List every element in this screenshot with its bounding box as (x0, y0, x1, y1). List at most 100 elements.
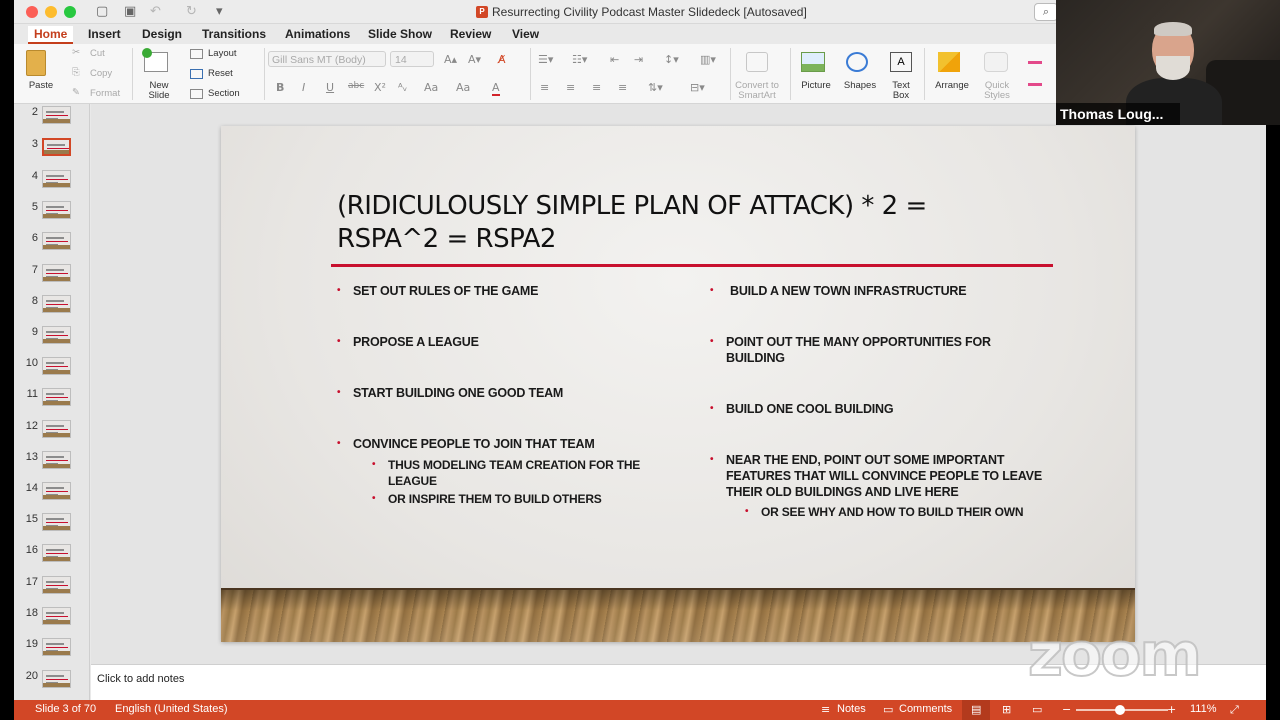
undo-icon[interactable]: ↶ (150, 4, 161, 19)
cut-button[interactable]: Cut (90, 49, 105, 59)
layout-button[interactable]: Layout (208, 49, 237, 59)
textbox-label-2[interactable]: Box (886, 91, 916, 101)
slide-thumbnail[interactable]: 10 (14, 357, 90, 388)
bullets-icon[interactable]: ☰▾ (538, 53, 553, 66)
left-bullet-2[interactable]: • PROPOSE A LEAGUE (337, 334, 673, 350)
bold-icon[interactable]: B (276, 81, 284, 94)
right-bullet-4[interactable]: • NEAR THE END, POINT OUT SOME IMPORTANT … (710, 452, 1046, 500)
slide-thumbnail[interactable]: 12 (14, 420, 90, 451)
align-right-icon[interactable]: ≡ (592, 81, 601, 94)
tab-insert[interactable]: Insert (82, 26, 127, 44)
tab-transitions[interactable]: Transitions (196, 26, 272, 44)
tab-slide-show[interactable]: Slide Show (362, 26, 438, 44)
new-slide-label-2[interactable]: Slide (142, 91, 176, 101)
character-spacing-icon[interactable]: ᴬᵥ (398, 81, 407, 94)
zoom-in-icon[interactable]: + (1167, 703, 1176, 716)
tab-review[interactable]: Review (444, 26, 497, 44)
shapes-button[interactable]: Shapes (840, 81, 880, 91)
fit-to-window-icon[interactable]: ⤢ (1230, 703, 1239, 717)
zoom-window-button[interactable] (64, 6, 76, 18)
shapes-icon[interactable] (846, 52, 868, 72)
change-case-icon[interactable]: Aa (424, 81, 438, 94)
left-bullet-3[interactable]: • START BUILDING ONE GOOD TEAM (337, 385, 673, 401)
right-sub-bullet-1[interactable]: • OR SEE WHY AND HOW TO BUILD THEIR OWN (745, 504, 1061, 520)
left-sub-bullet-1[interactable]: • THUS MODELING TEAM CREATION FOR THE LEA… (372, 457, 658, 489)
textbox-icon[interactable]: A (890, 52, 912, 72)
font-color-icon[interactable]: A (492, 81, 500, 96)
section-button[interactable]: Section (208, 89, 240, 99)
paste-icon[interactable] (26, 50, 46, 76)
tab-view[interactable]: View (506, 26, 545, 44)
tab-design[interactable]: Design (136, 26, 188, 44)
arrange-icon[interactable] (938, 52, 960, 72)
picture-button[interactable]: Picture (796, 81, 836, 91)
decrease-indent-icon[interactable]: ⇤ (610, 53, 619, 66)
slide-sorter-icon[interactable]: ⊞ (1002, 703, 1011, 716)
notes-icon[interactable]: ≡ (821, 703, 830, 716)
slide-thumbnail[interactable]: 6 (14, 232, 90, 263)
shape-outline-icon[interactable] (1028, 76, 1042, 86)
slide-thumbnail[interactable]: 2 (14, 106, 90, 137)
superscript-icon[interactable]: X² (374, 81, 386, 94)
reading-view-icon[interactable]: ▭ (1032, 703, 1042, 716)
left-bullet-1[interactable]: • SET OUT RULES OF THE GAME (337, 283, 673, 299)
slide-thumbnail[interactable]: 9 (14, 326, 90, 357)
quick-styles-icon[interactable] (984, 52, 1008, 72)
slide-thumbnail[interactable]: 18 (14, 607, 90, 638)
customize-toolbar-icon[interactable]: ▾ (216, 4, 223, 19)
slide-thumbnail[interactable]: 16 (14, 544, 90, 575)
right-bullet-2[interactable]: • POINT OUT THE MANY OPPORTUNITIES FOR BU… (710, 334, 1026, 366)
shrink-font-icon[interactable]: A▾ (468, 53, 481, 66)
picture-icon[interactable] (801, 52, 825, 72)
clear-format-icon[interactable]: A̸ (498, 53, 506, 66)
copy-button[interactable]: Copy (90, 69, 112, 79)
slide-thumbnail[interactable]: 17 (14, 576, 90, 607)
notes-button[interactable]: Notes (837, 703, 866, 715)
slide-thumbnail[interactable]: 3 (14, 138, 90, 169)
numbering-icon[interactable]: ☷▾ (572, 53, 587, 66)
slide-thumbnail[interactable]: 13 (14, 451, 90, 482)
strikethrough-icon[interactable]: abc (348, 81, 364, 91)
quick-styles-label-2[interactable]: Styles (980, 91, 1014, 101)
comments-button[interactable]: Comments (899, 703, 952, 715)
shape-fill-icon[interactable] (1028, 54, 1042, 64)
slide-thumbnail[interactable]: 8 (14, 295, 90, 326)
justify-icon[interactable]: ≡ (618, 81, 627, 94)
align-text-icon[interactable]: ⊟▾ (690, 81, 705, 94)
slide-thumbnail[interactable]: 7 (14, 264, 90, 295)
zoom-out-icon[interactable]: − (1062, 703, 1071, 716)
slide-thumbnail[interactable]: 11 (14, 388, 90, 419)
slide-thumbnail[interactable]: 4 (14, 170, 90, 201)
convert-smartart-label-2[interactable]: SmartArt (730, 91, 784, 101)
paste-button[interactable]: Paste (24, 81, 58, 91)
align-left-icon[interactable]: ≡ (540, 81, 549, 94)
right-bullet-3[interactable]: • BUILD ONE COOL BUILDING (710, 401, 1046, 417)
increase-indent-icon[interactable]: ⇥ (634, 53, 643, 66)
format-painter-button[interactable]: Format (90, 89, 120, 99)
participant-video[interactable]: Thomas Loug... (1056, 0, 1280, 125)
slide-thumbnail[interactable]: 14 (14, 482, 90, 513)
search-icon[interactable]: ⌕ (1034, 3, 1058, 21)
save-icon[interactable]: ▣ (124, 4, 136, 19)
minimize-window-button[interactable] (45, 6, 57, 18)
underline-icon[interactable]: U (326, 81, 334, 94)
italic-icon[interactable]: I (302, 81, 305, 94)
redo-icon[interactable]: ↻ (186, 4, 197, 19)
slide-thumbnail[interactable]: 15 (14, 513, 90, 544)
line-spacing-icon[interactable]: ↕▾ (664, 53, 679, 66)
slide-thumbnail[interactable]: 5 (14, 201, 90, 232)
arrange-button[interactable]: Arrange (930, 81, 974, 91)
current-slide[interactable]: (RIDICULOUSLY SIMPLE PLAN OF ATTACK) * 2… (221, 126, 1135, 642)
close-window-button[interactable] (26, 6, 38, 18)
text-highlight-icon[interactable]: Aa (456, 81, 470, 94)
tab-animations[interactable]: Animations (279, 26, 356, 44)
tab-home[interactable]: Home (28, 26, 74, 44)
text-direction-icon[interactable]: ⇅▾ (648, 81, 663, 94)
smartart-icon[interactable] (746, 52, 768, 72)
columns-icon[interactable]: ▥▾ (700, 53, 716, 66)
right-bullet-1[interactable]: • BUILD A NEW TOWN INFRASTRUCTURE (710, 283, 1050, 299)
slide-thumbnail[interactable]: 19 (14, 638, 90, 669)
zoom-slider-thumb[interactable] (1115, 705, 1125, 715)
left-bullet-4[interactable]: • CONVINCE PEOPLE TO JOIN THAT TEAM (337, 436, 673, 452)
grow-font-icon[interactable]: A▴ (444, 53, 457, 66)
